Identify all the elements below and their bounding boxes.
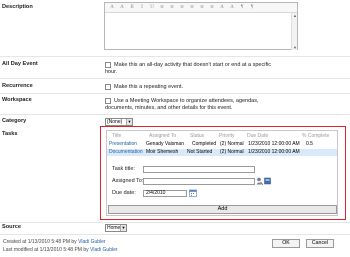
toolbar-icon[interactable]: ≡ bbox=[168, 4, 176, 11]
due-date-input[interactable]: 2/4/2010 bbox=[143, 190, 187, 197]
toolbar-icon[interactable]: A bbox=[118, 4, 126, 11]
table-row[interactable]: Presentation Genady Vaisman Completed (2… bbox=[107, 141, 337, 148]
due-date-label: Due date: bbox=[112, 190, 136, 196]
task-due: 1/23/2010 12:00:00 AM bbox=[248, 141, 300, 147]
source-value: Home bbox=[107, 225, 121, 231]
category-label: Category bbox=[2, 118, 27, 124]
toolbar-icon[interactable]: ≡ bbox=[158, 4, 166, 11]
toolbar-icon[interactable]: A bbox=[228, 4, 236, 11]
category-value: (None) bbox=[107, 119, 123, 125]
col-assigned: Assigned To bbox=[149, 133, 177, 139]
task-status: Completed bbox=[192, 141, 217, 147]
task-priority: (2) Normal bbox=[220, 149, 244, 155]
assigned-to-input[interactable] bbox=[143, 178, 255, 185]
description-label: Description bbox=[2, 4, 33, 10]
modified-by-text: by bbox=[83, 247, 89, 253]
toolbar-icon[interactable]: ≡ bbox=[178, 4, 186, 11]
divider bbox=[0, 78, 350, 79]
recurrence-text: Make this a repeating event. bbox=[114, 84, 184, 90]
divider bbox=[0, 114, 350, 115]
chevron-down-icon: ▼ bbox=[126, 119, 132, 125]
toolbar-icon[interactable]: ≡ bbox=[208, 4, 216, 11]
toolbar-icon[interactable]: A bbox=[108, 4, 116, 11]
workspace-text-cont: documents, minutes, and other details fo… bbox=[105, 105, 233, 111]
task-assigned: Genady Vaisman bbox=[146, 141, 184, 147]
divider bbox=[0, 56, 350, 57]
task-complete: 0.5 bbox=[306, 141, 313, 147]
assigned-to-label: Assigned To: bbox=[112, 178, 144, 184]
description-editor[interactable]: A A B I U ≡ ≡ ≡ ≡ ≡ ≡ A A ¶ ¶ ▲ ▼ bbox=[104, 2, 298, 50]
tasks-label: Tasks bbox=[2, 131, 18, 137]
modified-user-link[interactable]: Vladi Gubler bbox=[90, 247, 118, 253]
check-names-icon[interactable] bbox=[256, 177, 264, 186]
task-priority: (2) Normal bbox=[220, 141, 244, 147]
recurrence-checkbox[interactable] bbox=[105, 84, 111, 90]
toolbar-icon[interactable]: A bbox=[218, 4, 226, 11]
col-due-date: Due Date bbox=[247, 133, 269, 139]
ok-button[interactable]: OK bbox=[272, 239, 300, 248]
created-by-text: by bbox=[71, 239, 77, 245]
all-day-text-cont: hour. bbox=[105, 69, 118, 75]
divider bbox=[0, 93, 350, 94]
created-user-link[interactable]: Vladi Gubler bbox=[78, 239, 106, 245]
task-status: Not Started bbox=[187, 149, 213, 155]
toolbar-icon[interactable]: B bbox=[128, 4, 136, 11]
col-complete: % Complete bbox=[302, 133, 330, 139]
workspace-text: Use a Meeting Workspace to organize atte… bbox=[114, 98, 259, 104]
source-select[interactable]: Home ▼ bbox=[105, 224, 127, 232]
col-status: Status bbox=[190, 133, 205, 139]
divider bbox=[0, 222, 350, 223]
address-book-icon[interactable] bbox=[264, 177, 271, 185]
divider bbox=[0, 234, 350, 235]
all-day-label: All Day Event bbox=[2, 61, 38, 67]
toolbar-icon[interactable]: ≡ bbox=[188, 4, 196, 11]
modified-text: Last modified at 1/13/2010 5:48 PM bbox=[3, 247, 82, 253]
source-label: Source bbox=[2, 224, 21, 230]
created-text: Created at 1/13/2010 5:48 PM bbox=[3, 239, 70, 245]
cancel-button[interactable]: Cancel bbox=[306, 239, 334, 248]
chevron-down-icon: ▼ bbox=[120, 225, 126, 231]
task-assigned: Moir Shemesh bbox=[146, 149, 179, 155]
scroll-up-icon[interactable]: ▲ bbox=[293, 13, 297, 18]
all-day-text: Make this an all-day activity that doesn… bbox=[114, 62, 271, 68]
toolbar-icon[interactable]: ¶ bbox=[248, 4, 256, 11]
toolbar-icon[interactable]: U bbox=[148, 4, 156, 11]
workspace-label: Workspace bbox=[2, 97, 32, 103]
task-title-link[interactable]: Presentation bbox=[109, 141, 137, 147]
task-title-input[interactable] bbox=[143, 166, 255, 173]
rich-text-toolbar: A A B I U ≡ ≡ ≡ ≡ ≡ ≡ A A ¶ ¶ bbox=[105, 3, 297, 13]
col-title: Title bbox=[112, 133, 122, 139]
toolbar-icon[interactable]: ≡ bbox=[198, 4, 206, 11]
task-title-label: Task title: bbox=[112, 166, 135, 172]
description-scrollbar[interactable]: ▲ ▼ bbox=[291, 13, 297, 50]
task-due: 1/23/2010 12:00:00 AM bbox=[248, 149, 300, 155]
created-info: Created at 1/13/2010 5:48 PM by Vladi Gu… bbox=[3, 239, 106, 245]
col-priority: Priority bbox=[219, 133, 235, 139]
scroll-down-icon[interactable]: ▼ bbox=[293, 45, 297, 50]
all-day-checkbox[interactable] bbox=[105, 62, 111, 68]
toolbar-icon[interactable]: I bbox=[138, 4, 146, 11]
category-select[interactable]: (None) ▼ bbox=[105, 118, 133, 126]
table-row[interactable]: Documentation Moir Shemesh Not Started (… bbox=[107, 149, 337, 156]
task-title-link[interactable]: Documentation bbox=[109, 149, 143, 155]
workspace-checkbox[interactable] bbox=[105, 98, 111, 104]
toolbar-icon[interactable]: ¶ bbox=[238, 4, 246, 11]
add-task-button[interactable]: Add bbox=[108, 205, 337, 214]
calendar-icon[interactable] bbox=[189, 189, 197, 197]
recurrence-label: Recurrence bbox=[2, 83, 33, 89]
modified-info: Last modified at 1/13/2010 5:48 PM by Vl… bbox=[3, 247, 118, 253]
